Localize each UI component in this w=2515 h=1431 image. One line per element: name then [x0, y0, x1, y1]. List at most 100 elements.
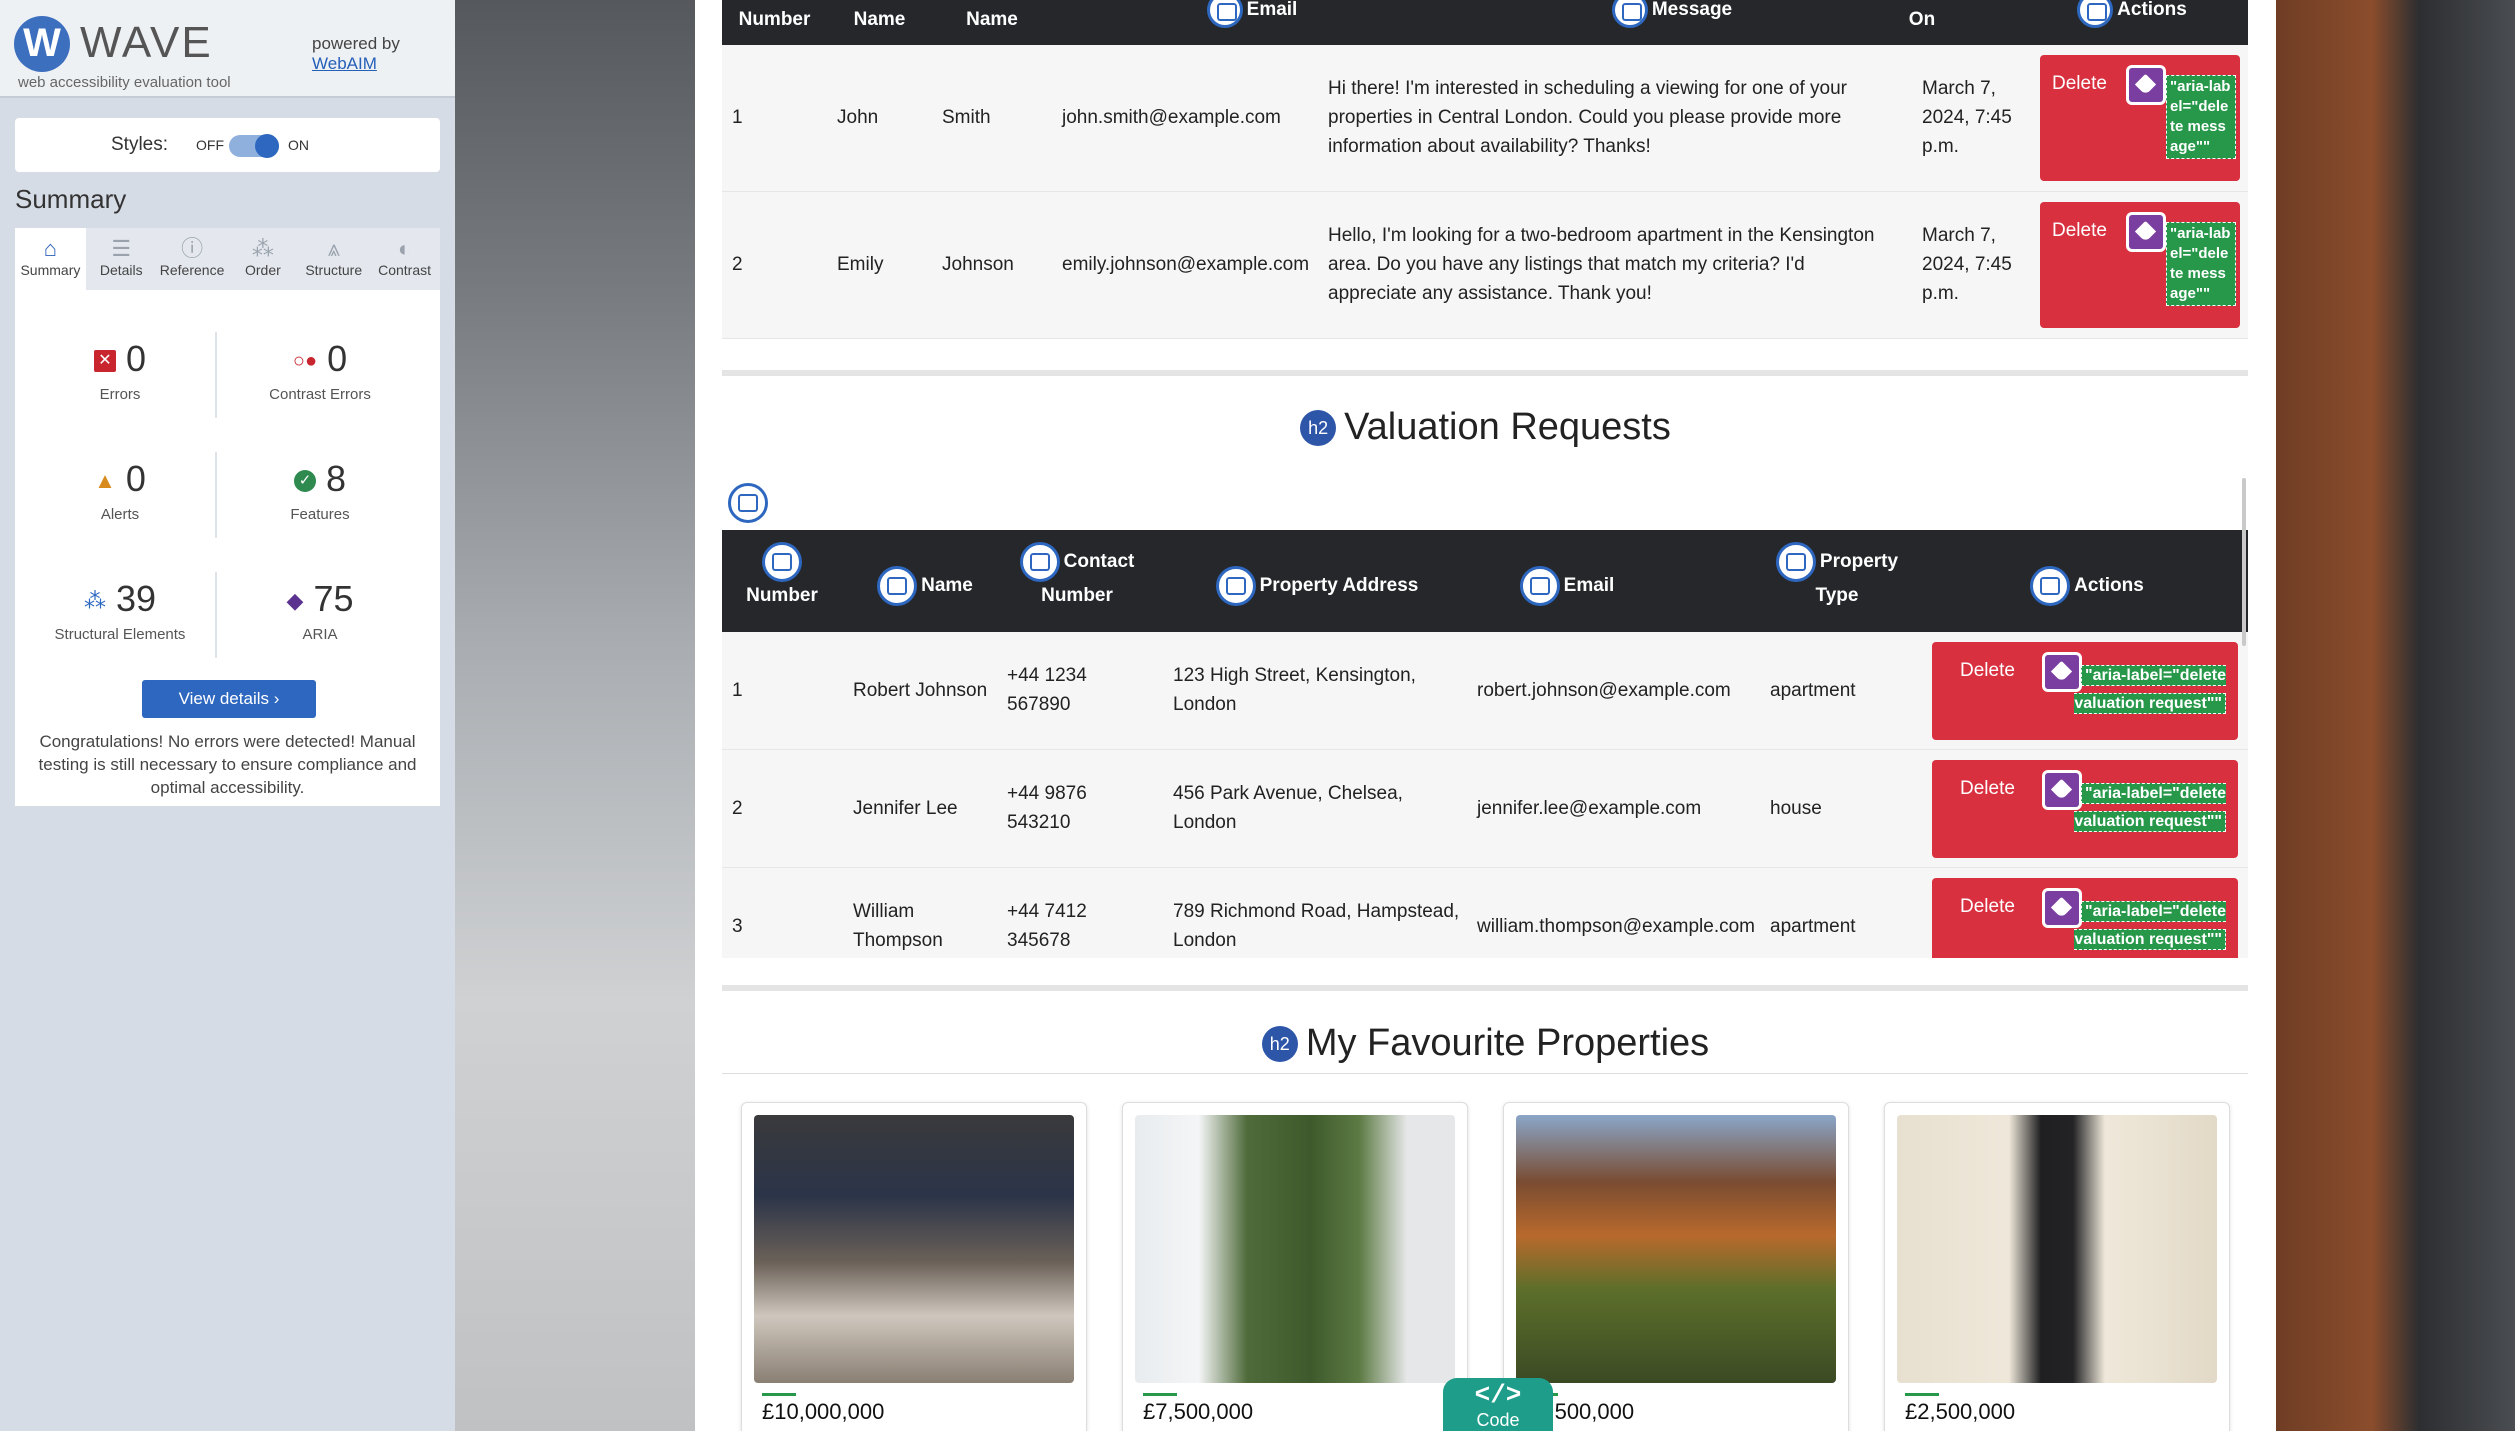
code-toggle-button[interactable]: </> Code: [1443, 1378, 1553, 1431]
cell-last-name: Smith: [942, 107, 991, 128]
col-header: Email: [1512, 566, 1622, 606]
table-scrollbar[interactable]: [2242, 478, 2246, 646]
table-icon: [1775, 542, 1816, 582]
error-icon: ✕: [93, 350, 116, 373]
wave-sidebar: W WAVE web accessibility evaluation tool…: [0, 0, 455, 1431]
col-header: Name: [853, 9, 906, 30]
table-row: 1 Robert Johnson +44 1234 567890 123 Hig…: [722, 632, 2248, 750]
features-label: Features: [290, 506, 350, 523]
tab-contrast[interactable]: ◐ Contrast: [369, 228, 440, 290]
property-image: [1897, 1115, 2217, 1383]
delete-label: Delete: [2052, 73, 2107, 94]
cell-email: john.smith@example.com: [1062, 107, 1281, 128]
cell-last-name: Johnson: [942, 254, 1014, 275]
property-card[interactable]: £5,500,000: [1503, 1102, 1849, 1431]
h2-badge-icon: h2: [1300, 409, 1337, 446]
toggle-knob: [255, 134, 279, 158]
table-row: 3 William Thompson +44 7412 345678 789 R…: [722, 868, 2248, 958]
contrast-errors-stat[interactable]: ○● 0 Contrast Errors: [225, 338, 415, 403]
table-row: 2 Emily Johnson emily.johnson@example.co…: [722, 192, 2248, 339]
wave-tabs: ⌂ Summary ☰ Details ⓘ Reference ⁂ Order …: [15, 228, 440, 290]
view-details-button[interactable]: View details ›: [142, 680, 316, 718]
wave-logo-icon: W: [14, 16, 70, 72]
table-icon: [1519, 566, 1560, 606]
valuation-table-header: Number Name Contact Number Property Addr…: [722, 530, 2248, 632]
tab-order[interactable]: ⁂ Order: [227, 228, 298, 290]
aria-label-annotation: "aria-label="delete message"": [2166, 222, 2236, 306]
alerts-stat[interactable]: ▲ 0 Alerts: [25, 458, 215, 523]
cell-number: 2: [732, 254, 743, 275]
favourites-title: My Favourite Properties: [1305, 1022, 1710, 1064]
tab-label: Summary: [20, 262, 81, 278]
tab-details[interactable]: ☰ Details: [86, 228, 157, 290]
summary-panel: ✕ 0 Errors ○● 0 Contrast Errors ▲ 0 Alerts …: [15, 290, 440, 806]
contrast-count: 0: [327, 338, 348, 379]
cell-number: 2: [732, 798, 743, 819]
delete-message-button[interactable]: Delete "aria-label="delete message"": [2040, 202, 2240, 328]
aria-label-annotation: "aria-label="delete valuation request"": [2074, 665, 2226, 714]
aria-stat[interactable]: ◆ 75 ARIA: [225, 578, 415, 643]
errors-stat[interactable]: ✕ 0 Errors: [25, 338, 215, 403]
property-card[interactable]: £2,500,000: [1884, 1102, 2230, 1431]
contrast-label: Contrast Errors: [269, 386, 371, 403]
cell-type: apartment: [1770, 916, 1856, 937]
aria-count: 75: [313, 578, 354, 619]
cell-address: 456 Park Avenue, Chelsea, London: [1173, 783, 1403, 833]
errors-count: 0: [125, 338, 147, 379]
background-image-left: [455, 0, 695, 1431]
h2-badge-icon: h2: [1261, 1025, 1298, 1062]
delete-message-button[interactable]: Delete "aria-label="delete message"": [2040, 55, 2240, 181]
cell-message: Hi there! I'm interested in scheduling a…: [1328, 78, 1848, 157]
cell-contact: +44 7412 345678: [1007, 901, 1087, 951]
structure-icon: ⩓: [327, 236, 340, 261]
info-icon: ⓘ: [181, 236, 204, 261]
table-icon: [1206, 0, 1243, 28]
structural-stat[interactable]: ⁂ 39 Structural Elements: [25, 578, 215, 643]
code-icon: </>: [1474, 1380, 1522, 1410]
contrast-icon: ◐: [397, 236, 412, 261]
aria-label-annotation: "aria-label="delete valuation request"": [2074, 783, 2226, 832]
alert-icon: ▲: [94, 468, 116, 494]
features-count: 8: [325, 458, 347, 499]
property-card[interactable]: £7,500,000: [1122, 1102, 1468, 1431]
property-card[interactable]: £10,000,000: [741, 1102, 1087, 1431]
messages-table: Number Name Name Email Message On Action…: [722, 0, 2248, 339]
favourites-heading: h2 My Favourite Properties: [695, 1022, 2276, 1065]
col-header: Number: [738, 9, 811, 30]
divider: [215, 452, 217, 538]
col-header: Actions: [2022, 566, 2152, 606]
cell-email: emily.johnson@example.com: [1062, 254, 1310, 275]
cell-name: Robert Johnson: [853, 680, 988, 701]
tab-summary[interactable]: ⌂ Summary: [15, 228, 86, 290]
styles-toggle[interactable]: [229, 134, 279, 158]
structural-label: Structural Elements: [54, 626, 186, 643]
delete-valuation-button[interactable]: Delete "aria-label="delete valuation req…: [1932, 760, 2238, 858]
delete-valuation-button[interactable]: Delete "aria-label="delete valuation req…: [1932, 642, 2238, 740]
price-accent: [762, 1393, 796, 1396]
table-icon: [2077, 0, 2114, 28]
wave-title: WAVE: [80, 18, 213, 67]
cell-number: 3: [732, 916, 743, 937]
col-header: Email: [1182, 0, 1322, 28]
delete-valuation-button[interactable]: Delete "aria-label="delete valuation req…: [1932, 878, 2238, 958]
order-icon: ⁂: [251, 236, 274, 261]
aria-label-annotation: "aria-label="delete message"": [2166, 75, 2236, 159]
cell-number: 1: [732, 107, 743, 128]
table-icon: [1215, 566, 1256, 606]
tab-structure[interactable]: ⩓ Structure: [298, 228, 369, 290]
col-header: Number: [722, 542, 842, 610]
home-icon: ⌂: [43, 236, 58, 261]
col-header: Name: [870, 566, 980, 606]
background-image-right: [2276, 0, 2515, 1431]
tab-reference[interactable]: ⓘ Reference: [157, 228, 228, 290]
property-image: [1135, 1115, 1455, 1383]
table-icon: [1019, 542, 1060, 582]
tab-label: Order: [245, 262, 281, 278]
table-icon: [2030, 566, 2071, 606]
col-header: Contact Number: [1012, 542, 1142, 610]
cell-first-name: Emily: [837, 254, 884, 275]
features-stat[interactable]: ✓ 8 Features: [225, 458, 415, 523]
aria-label-annotation: "aria-label="delete valuation request"": [2074, 901, 2226, 950]
webaim-link[interactable]: WebAIM: [312, 54, 400, 74]
property-price: £2,500,000: [1905, 1399, 2016, 1424]
